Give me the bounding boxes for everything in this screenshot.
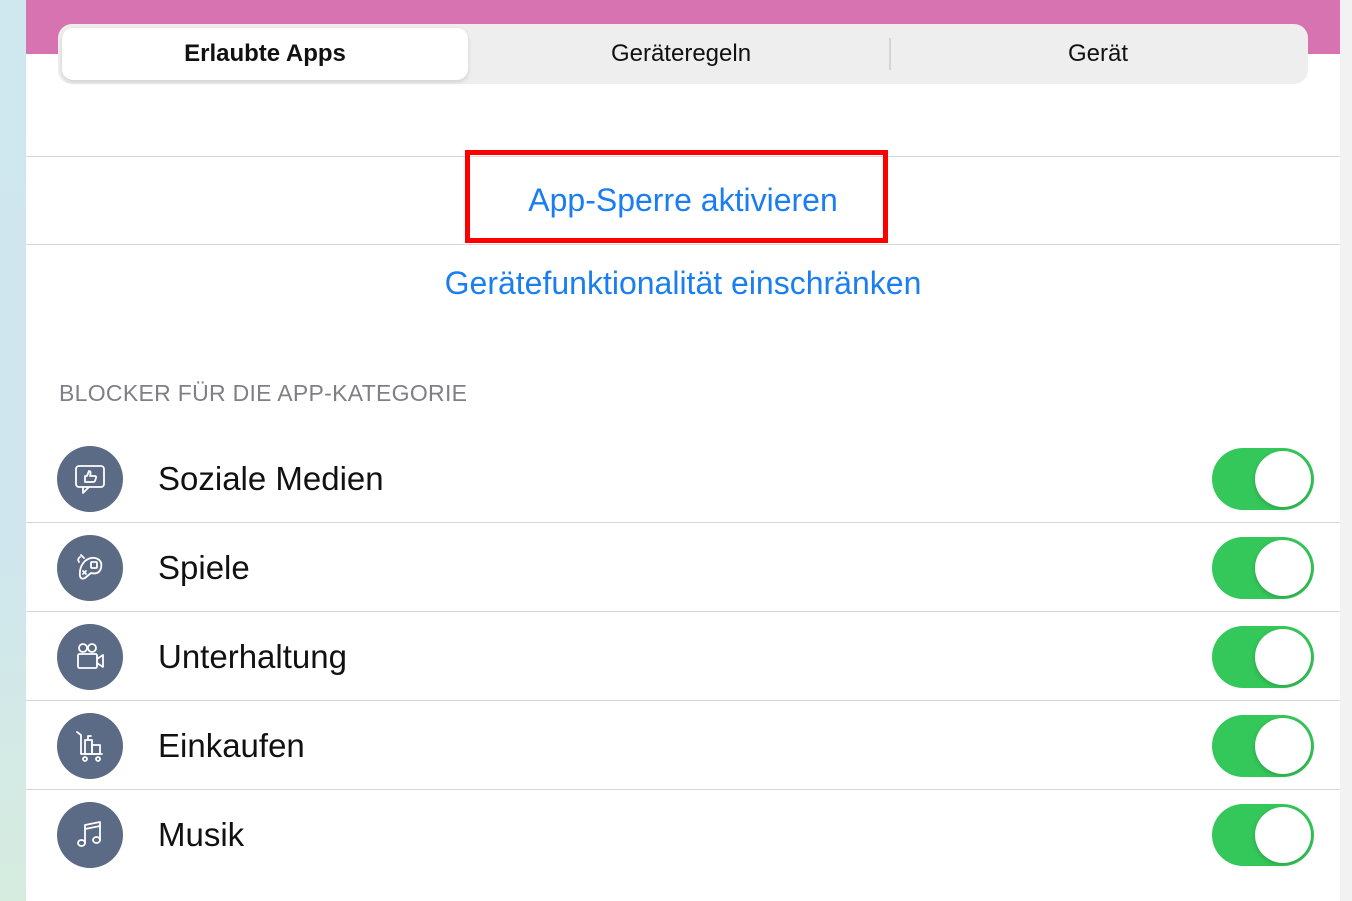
tab-label: Geräteregeln bbox=[610, 40, 752, 67]
left-background-strip bbox=[0, 0, 26, 901]
toggle-musik[interactable] bbox=[1212, 804, 1314, 866]
segmented-control: Erlaubte Apps Geräteregeln Gerät bbox=[58, 24, 1308, 84]
category-label: Musik bbox=[158, 815, 245, 853]
music-icon bbox=[57, 802, 123, 868]
tab-geraet[interactable]: Gerät bbox=[892, 28, 1304, 80]
shopping-icon bbox=[57, 713, 123, 779]
games-icon bbox=[57, 535, 123, 601]
restrict-device-button[interactable]: Gerätefunktionalität einschränken bbox=[26, 245, 1340, 321]
app-window: Erlaubte Apps Geräteregeln Gerät App-Spe… bbox=[0, 0, 1352, 901]
toggle-soziale-medien[interactable] bbox=[1212, 448, 1314, 510]
category-row-spiele: Spiele bbox=[26, 523, 1340, 612]
toggle-knob bbox=[1255, 629, 1311, 685]
toggle-knob bbox=[1255, 451, 1311, 507]
section-header: BLOCKER FÜR DIE APP-KATEGORIE bbox=[59, 380, 468, 406]
toggle-unterhaltung[interactable] bbox=[1212, 626, 1314, 688]
toggle-einkaufen[interactable] bbox=[1212, 715, 1314, 777]
tab-erlaubte-apps[interactable]: Erlaubte Apps bbox=[62, 28, 468, 80]
category-row-musik: Musik bbox=[26, 790, 1340, 879]
tab-label: Erlaubte Apps bbox=[184, 40, 346, 67]
social-media-icon bbox=[57, 446, 123, 512]
app-lock-button[interactable]: App-Sperre aktivieren bbox=[26, 157, 1340, 244]
toggle-knob bbox=[1255, 540, 1311, 596]
toggle-spiele[interactable] bbox=[1212, 537, 1314, 599]
tab-label: Gerät bbox=[1067, 40, 1129, 67]
category-label: Einkaufen bbox=[158, 726, 305, 764]
app-lock-label: App-Sperre aktivieren bbox=[528, 182, 838, 218]
tab-geraeteregeln[interactable]: Geräteregeln bbox=[474, 28, 888, 80]
entertainment-icon bbox=[57, 624, 123, 690]
right-background-strip bbox=[1340, 0, 1352, 901]
category-label: Spiele bbox=[158, 548, 250, 586]
toggle-knob bbox=[1255, 718, 1311, 774]
category-label: Unterhaltung bbox=[158, 637, 347, 675]
category-row-soziale-medien: Soziale Medien bbox=[26, 434, 1340, 523]
segment-divider bbox=[889, 38, 891, 70]
category-label: Soziale Medien bbox=[158, 459, 384, 497]
toggle-knob bbox=[1255, 807, 1311, 863]
category-row-einkaufen: Einkaufen bbox=[26, 701, 1340, 790]
restrict-device-label: Gerätefunktionalität einschränken bbox=[444, 264, 922, 301]
category-row-unterhaltung: Unterhaltung bbox=[26, 612, 1340, 701]
